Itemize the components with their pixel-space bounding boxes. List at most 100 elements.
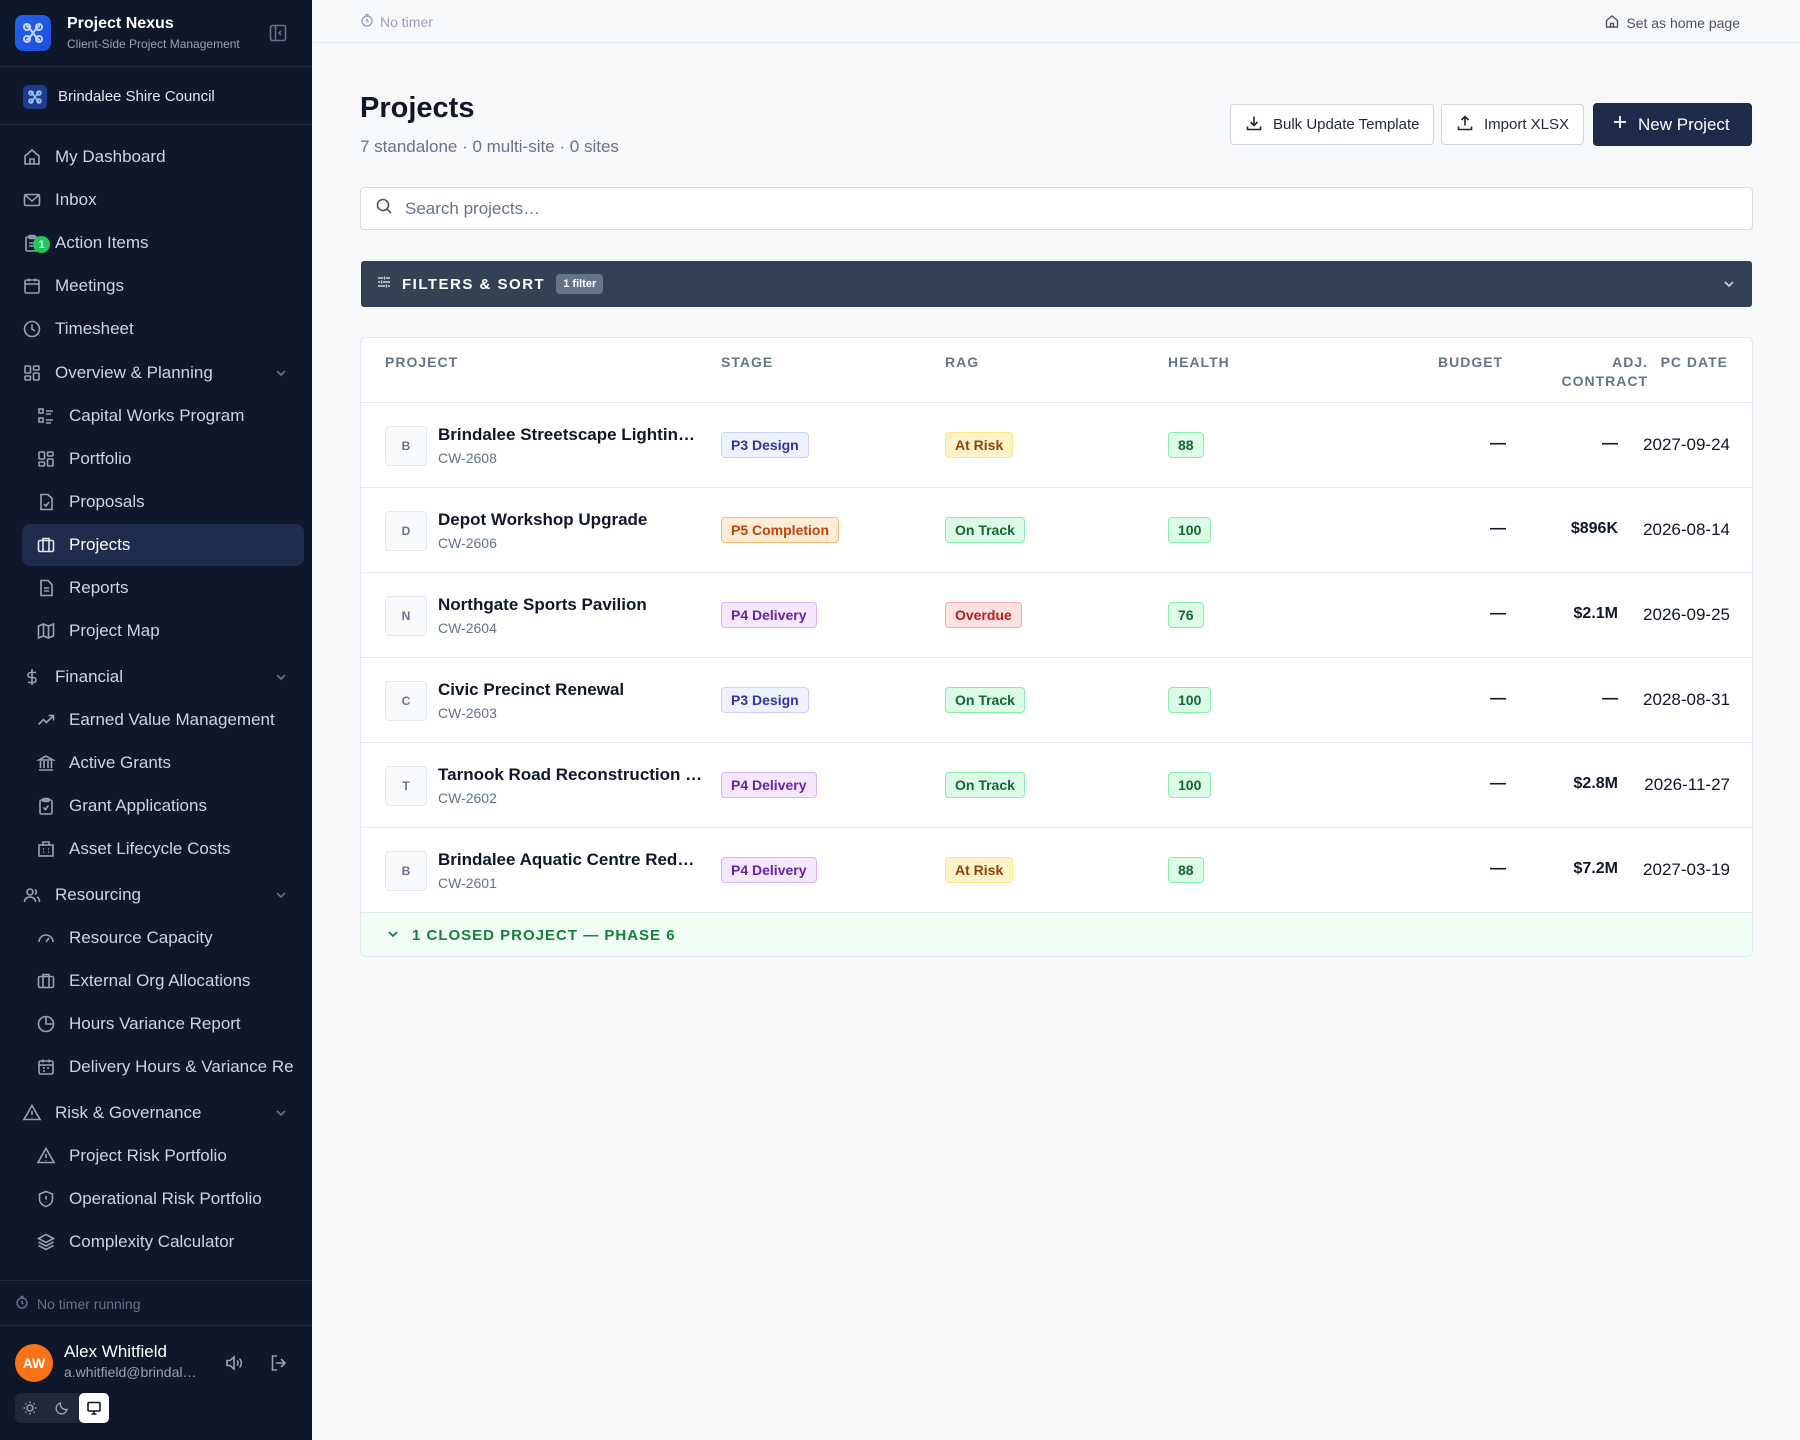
sidebar-item-inbox[interactable]: Inbox (22, 179, 304, 221)
column-header-budget[interactable]: BUDGET (1438, 353, 1503, 372)
sidebar-item-project-risk-portfolio[interactable]: Project Risk Portfolio (22, 1135, 304, 1177)
sidebar-item-label: Resourcing (55, 885, 141, 904)
sidebar-item-proposals[interactable]: Proposals (22, 481, 304, 523)
sidebar-group-overview-planning[interactable]: Overview & Planning (22, 352, 304, 394)
sidebar-item-hours-variance-report[interactable]: Hours Variance Report (22, 1003, 304, 1045)
sidebar-item-complexity-calculator[interactable]: Complexity Calculator (22, 1221, 304, 1263)
monitor-icon[interactable] (79, 1393, 109, 1423)
org-switcher[interactable]: Brindalee Shire Council (0, 67, 312, 125)
column-header-adj-line1: ADJ. (1612, 354, 1648, 370)
sidebar-group-risk-governance[interactable]: Risk & Governance (22, 1092, 304, 1134)
project-name[interactable]: Brindalee Streetscape Lightin… (438, 425, 703, 445)
sidebar-item-label: Project Map (69, 621, 160, 640)
column-header-stage[interactable]: STAGE (721, 353, 773, 372)
sidebar-item-label: My Dashboard (55, 147, 166, 166)
sidebar-item-action-items[interactable]: 1 Action Items (22, 222, 304, 264)
pc-date-value: 2027-03-19 (1643, 860, 1730, 879)
sidebar-item-label: Complexity Calculator (69, 1232, 235, 1251)
logout-icon[interactable] (268, 1352, 290, 1374)
bulk-update-template-button[interactable]: Bulk Update Template (1230, 104, 1435, 145)
sidebar-item-label: Risk & Governance (55, 1103, 202, 1122)
project-name[interactable]: Northgate Sports Pavilion (438, 595, 703, 615)
column-header-rag[interactable]: RAG (945, 353, 979, 372)
closed-projects-toggle[interactable]: 1 CLOSED PROJECT — PHASE 6 (361, 912, 1752, 956)
sidebar-item-external-org-allocations[interactable]: External Org Allocations (22, 960, 304, 1002)
column-header-project[interactable]: PROJECT (385, 353, 458, 372)
sidebar-item-my-dashboard[interactable]: My Dashboard (22, 136, 304, 178)
budget-value: — (1490, 435, 1506, 452)
sidebar-item-operational-risk-portfolio[interactable]: Operational Risk Portfolio (22, 1178, 304, 1220)
user-name: Alex Whitfield (64, 1342, 167, 1361)
speaker-icon[interactable] (223, 1352, 245, 1374)
pc-date-value: 2026-09-25 (1643, 605, 1730, 624)
set-home-page-button[interactable]: Set as home page (1604, 13, 1740, 32)
rag-badge: Overdue (945, 602, 1022, 628)
page-subtitle: 7 standalone · 0 multi-site · 0 sites (360, 137, 619, 156)
project-name[interactable]: Brindalee Aquatic Centre Rede… (438, 850, 703, 870)
sidebar-item-label: Reports (69, 578, 129, 597)
budget-value: — (1490, 775, 1506, 792)
timer-status-text: No timer running (37, 1295, 141, 1312)
table-row[interactable]: B Brindalee Streetscape Lightin… CW-2608… (361, 402, 1752, 487)
project-name[interactable]: Depot Workshop Upgrade (438, 510, 703, 530)
table-row[interactable]: D Depot Workshop Upgrade CW-2606 P5 Comp… (361, 487, 1752, 572)
search-icon (375, 197, 393, 220)
import-xlsx-button[interactable]: Import XLSX (1441, 104, 1585, 145)
sidebar-item-earned-value-management[interactable]: Earned Value Management (22, 699, 304, 741)
topbar-timer[interactable]: No timer (360, 13, 433, 30)
sidebar: Project Nexus Client-Side Project Manage… (0, 0, 312, 1440)
sidebar-item-meetings[interactable]: Meetings (22, 265, 304, 307)
sidebar-item-reports[interactable]: Reports (22, 567, 304, 609)
project-name[interactable]: Civic Precinct Renewal (438, 680, 703, 700)
sidebar-item-project-map[interactable]: Project Map (22, 610, 304, 652)
sidebar-item-projects[interactable]: Projects (22, 524, 304, 566)
sun-icon[interactable] (15, 1393, 45, 1423)
project-code: CW-2606 (438, 535, 497, 551)
grid-icon (36, 449, 56, 469)
sidebar-item-label: Project Risk Portfolio (69, 1146, 227, 1165)
upload-icon (1456, 114, 1474, 136)
app-logo-icon (15, 15, 51, 51)
moon-icon[interactable] (47, 1393, 77, 1423)
stage-badge: P5 Completion (721, 517, 840, 543)
search-input[interactable] (405, 198, 1705, 219)
filters-sort-toggle[interactable]: FILTERS & SORT 1 filter (361, 261, 1752, 307)
new-project-button[interactable]: New Project (1593, 103, 1752, 146)
filter-count-badge: 1 filter (556, 274, 604, 294)
sidebar-item-timesheet[interactable]: Timesheet (22, 308, 304, 350)
health-badge: 88 (1168, 857, 1204, 883)
column-header-pc-date[interactable]: PC DATE (1661, 353, 1728, 372)
sidebar-item-capital-works-program[interactable]: Capital Works Program (22, 395, 304, 437)
table-row[interactable]: B Brindalee Aquatic Centre Rede… CW-2601… (361, 827, 1752, 912)
chevron-down-icon (274, 669, 288, 683)
sidebar-item-delivery-hours-variance[interactable]: Delivery Hours & Variance Re (22, 1046, 304, 1088)
table-row[interactable]: T Tarnook Road Reconstruction … CW-2602 … (361, 742, 1752, 827)
collapse-sidebar-icon[interactable] (268, 23, 288, 43)
sidebar-item-portfolio[interactable]: Portfolio (22, 438, 304, 480)
timer-icon (360, 13, 374, 30)
sidebar-item-asset-lifecycle-costs[interactable]: Asset Lifecycle Costs (22, 828, 304, 870)
health-badge: 88 (1168, 432, 1204, 458)
project-name[interactable]: Tarnook Road Reconstruction … (438, 765, 703, 785)
closed-projects-label: 1 CLOSED PROJECT — PHASE 6 (412, 927, 676, 944)
sidebar-item-active-grants[interactable]: Active Grants (22, 742, 304, 784)
pc-date-value: 2027-09-24 (1643, 435, 1730, 454)
sidebar-item-label: Projects (69, 535, 131, 554)
list-icon (36, 406, 56, 426)
sidebar-item-resource-capacity[interactable]: Resource Capacity (22, 917, 304, 959)
column-header-health[interactable]: HEALTH (1168, 353, 1230, 372)
project-code: CW-2601 (438, 875, 497, 891)
sidebar-item-grant-applications[interactable]: Grant Applications (22, 785, 304, 827)
contract-value: $2.1M (1573, 605, 1618, 622)
sidebar-item-label: Meetings (55, 276, 124, 295)
table-row[interactable]: N Northgate Sports Pavilion CW-2604 P4 D… (361, 572, 1752, 657)
sidebar-item-label: Proposals (69, 492, 145, 511)
chevron-down-icon (274, 887, 288, 901)
sidebar-group-resourcing[interactable]: Resourcing (22, 874, 304, 916)
contract-value: $896K (1570, 520, 1618, 537)
avatar[interactable]: AW (15, 1344, 53, 1382)
column-header-adj-contract[interactable]: ADJ. CONTRACT (1528, 353, 1648, 391)
contract-value: — (1602, 435, 1618, 452)
sidebar-group-financial[interactable]: Financial (22, 656, 304, 698)
table-row[interactable]: C Civic Precinct Renewal CW-2603 P3 Desi… (361, 657, 1752, 742)
